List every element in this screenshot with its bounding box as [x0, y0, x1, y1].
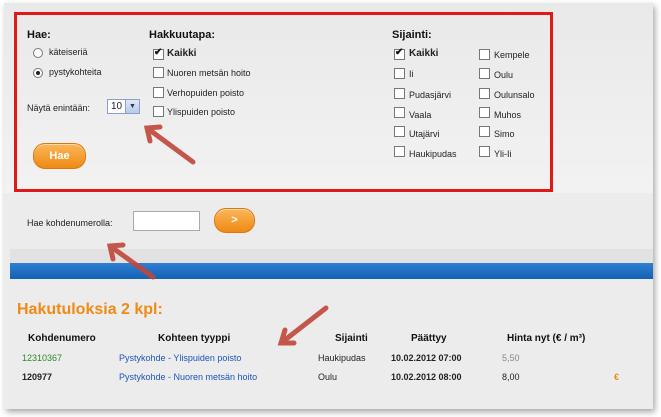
arrow-to-row-icon: [278, 305, 329, 346]
arrow-to-select-icon: [144, 125, 196, 165]
annotation-arrows: [106, 124, 329, 346]
arrow-to-number-search-icon: [107, 243, 156, 280]
